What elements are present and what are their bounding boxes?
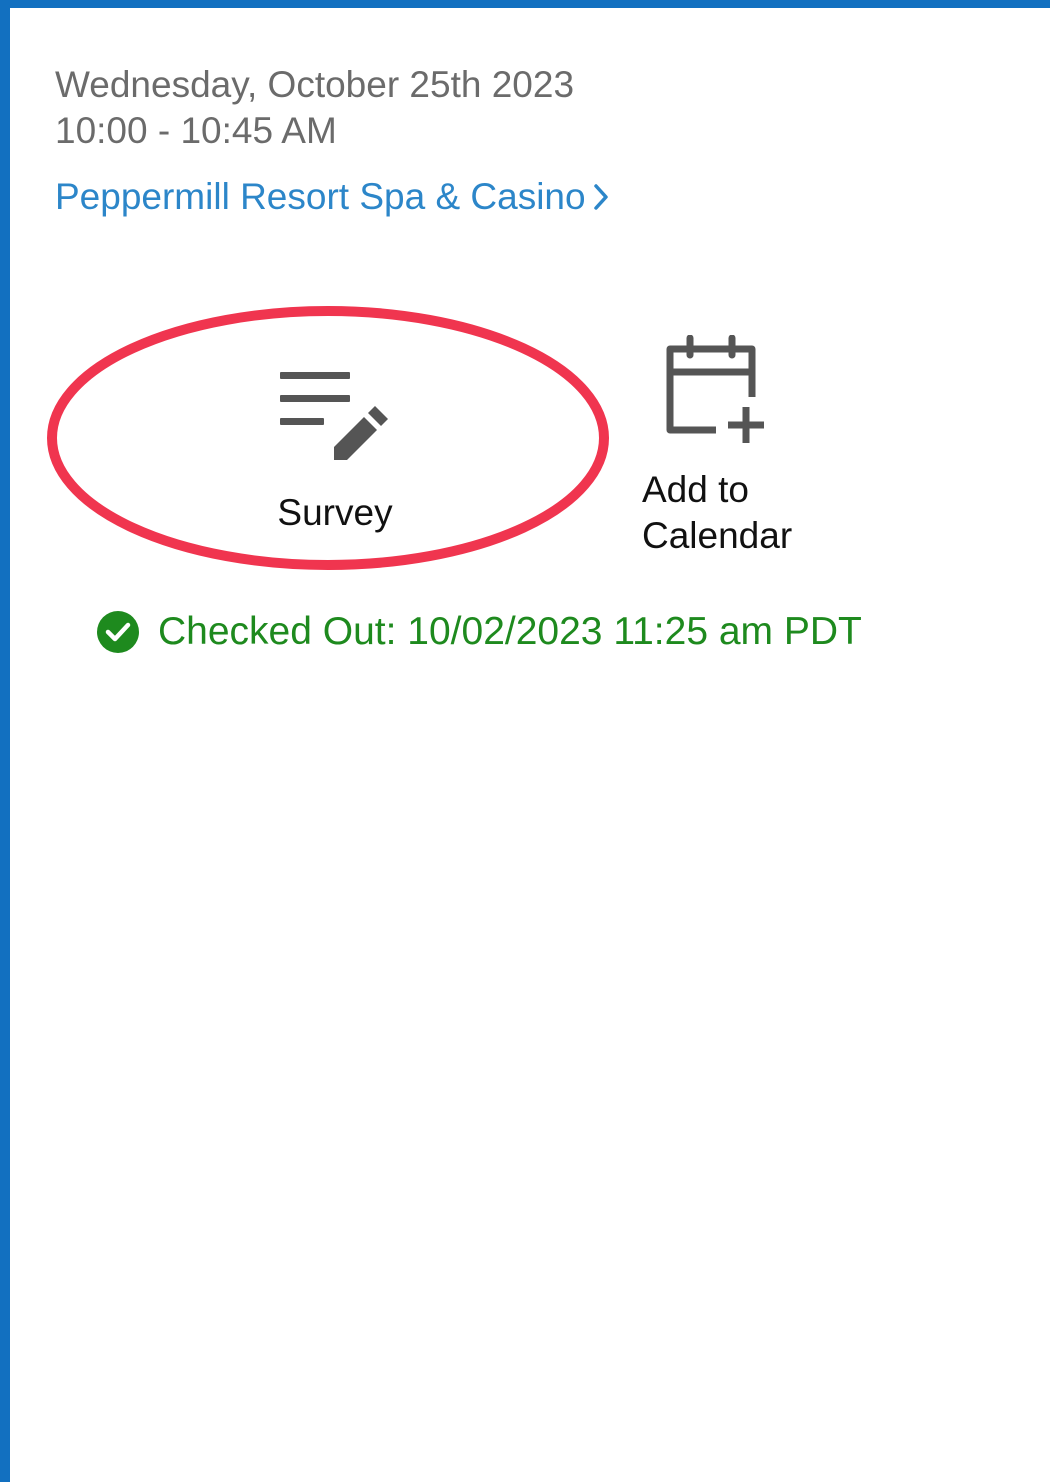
event-date: Wednesday, October 25th 2023 [55, 64, 575, 105]
frame-border-top [0, 0, 1050, 8]
check-circle-icon [97, 611, 139, 653]
venue-link[interactable]: Peppermill Resort Spa & Casino [55, 174, 612, 220]
add-to-calendar-label-line1: Add to [642, 469, 749, 510]
event-time: 10:00 - 10:45 AM [55, 110, 337, 151]
venue-name: Peppermill Resort Spa & Casino [55, 176, 586, 217]
survey-button[interactable]: Survey [250, 360, 420, 545]
chevron-right-icon [593, 184, 608, 210]
frame-border-left [0, 0, 10, 1482]
add-to-calendar-button[interactable]: Add to Calendar [640, 335, 840, 565]
add-to-calendar-label: Add to Calendar [642, 467, 792, 559]
survey-edit-icon [280, 372, 388, 460]
checkout-status: Checked Out: 10/02/2023 11:25 am PDT [96, 608, 862, 656]
calendar-add-icon [666, 335, 764, 443]
add-to-calendar-label-line2: Calendar [642, 515, 793, 556]
survey-label: Survey [277, 492, 393, 533]
checkout-status-text: Checked Out: 10/02/2023 11:25 am PDT [158, 610, 862, 653]
